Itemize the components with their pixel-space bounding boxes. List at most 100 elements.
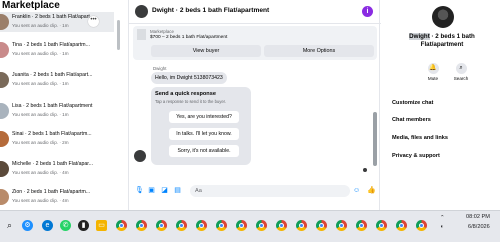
marketplace-label: Marketplace [150, 29, 174, 34]
conversation-item[interactable]: Zion · 2 beds 1 bath Flat/apartm... You … [0, 187, 114, 207]
conversation-name: Juanita · 2 beds 1 bath Flat/apart... [12, 72, 93, 78]
chat-members-link[interactable]: Chat members [392, 117, 431, 123]
folder-icon[interactable]: ▭ [96, 220, 107, 231]
conversation-name: Tina · 2 beds 1 bath Flat/apartm... [12, 42, 90, 48]
mute-label: Mute [427, 76, 439, 81]
avatar [0, 42, 9, 58]
volume-icon[interactable]: ◖ [440, 224, 443, 230]
sender-name: Dwight [153, 66, 167, 71]
quick-response-option[interactable]: Yes, are you interested? [169, 111, 239, 123]
chrome-icon[interactable] [276, 220, 287, 231]
conversation-item[interactable]: Franklin · 2 beds 1 bath Flat/apart... Y… [0, 12, 114, 32]
profile-name: Dwight · 2 beds 1 bath Flat/apartment [384, 33, 500, 49]
bell-icon: 🔔 [427, 63, 439, 74]
conversation-snippet: You sent an audio clip. · 1m [12, 112, 69, 117]
view-buyer-button[interactable]: View buyer [151, 45, 261, 57]
listing-thumbnail [137, 29, 146, 40]
profile-name-rest: · 2 beds 1 bath [429, 33, 475, 40]
chrome-icon[interactable] [196, 220, 207, 231]
chrome-icon[interactable] [256, 220, 267, 231]
conversation-name: Lisa · 2 beds 1 bath Flat/apartment [12, 103, 93, 109]
conversation-item[interactable]: Tina · 2 beds 1 bath Flat/apartm... You … [0, 40, 114, 60]
conversation-name: Zion · 2 beds 1 bath Flat/apartm... [12, 189, 91, 195]
info-icon[interactable]: i [362, 6, 373, 17]
network-icon[interactable]: ⌃ [440, 215, 445, 221]
chrome-icon[interactable] [416, 220, 427, 231]
chat-avatar[interactable] [135, 5, 148, 18]
conversation-list: Marketplace Franklin · 2 beds 1 bath Fla… [0, 0, 122, 210]
details-panel: Dwight · 2 beds 1 bath Flat/apartment 🔔 … [384, 0, 500, 210]
privacy-support-link[interactable]: Privacy & support [392, 153, 440, 159]
photo-icon[interactable]: ▣ [148, 187, 155, 194]
marketplace-card: Marketplace $700 – 2 beds 1 bath Flat/ap… [133, 26, 377, 60]
conversation-snippet: You sent an audio clip. · 1m [12, 51, 69, 56]
microphone-icon[interactable]: 🎙 [135, 187, 144, 194]
search-icon[interactable]: ⌕ [4, 220, 15, 231]
whatsapp-icon[interactable]: ✆ [60, 220, 71, 231]
terminal-icon[interactable]: ▮ [78, 220, 89, 231]
list-scrollbar[interactable] [117, 20, 120, 50]
settings-icon[interactable]: ⚙ [22, 220, 33, 231]
avatar [0, 103, 9, 119]
message-bubble: Hello, im Dwight 5138073423 [151, 72, 227, 84]
quick-response-title: Send a quick response [155, 91, 216, 97]
taskbar: ⌕ ⚙ e ✆ ▮ ▭ ⌃ ◖ 08:02 PM 6/8/2026 [0, 210, 500, 242]
clock-time[interactable]: 08:02 PM [466, 214, 490, 220]
profile-avatar[interactable] [432, 6, 454, 28]
conversation-snippet: You sent an audio clip. · 1m [12, 23, 69, 28]
chrome-icon[interactable] [356, 220, 367, 231]
conversation-item[interactable]: Michelle · 2 beds 1 bath Flat/apar... Yo… [0, 159, 114, 179]
more-options-icon[interactable]: ••• [88, 16, 99, 27]
clock-date[interactable]: 6/8/2026 [468, 224, 490, 230]
avatar [0, 72, 9, 88]
chat-scrollbar[interactable] [373, 112, 377, 166]
quick-response-option[interactable]: In talks. I'll let you know. [169, 128, 239, 140]
sender-avatar [134, 150, 146, 162]
like-icon[interactable]: 👍 [367, 187, 376, 194]
quick-response-option[interactable]: Sorry, it's not available. [169, 145, 239, 157]
screen: Marketplace Franklin · 2 beds 1 bath Fla… [0, 0, 500, 242]
gif-icon[interactable]: ▤ [174, 187, 181, 194]
conversation-item[interactable]: Lisa · 2 beds 1 bath Flat/apartment You … [0, 101, 114, 121]
avatar [0, 189, 9, 205]
conversation-item[interactable]: Sinai · 2 beds 1 bath Flat/apartm... You… [0, 129, 114, 149]
more-options-button[interactable]: More Options [264, 45, 374, 57]
conversation-name: Michelle · 2 beds 1 bath Flat/apar... [12, 161, 94, 167]
chrome-icon[interactable] [116, 220, 127, 231]
customize-chat-link[interactable]: Customize chat [392, 100, 433, 106]
avatar [0, 161, 9, 177]
emoji-icon[interactable]: ☺ [353, 187, 360, 194]
search-action[interactable]: ⌕ Search [450, 63, 472, 81]
chrome-icon[interactable] [216, 220, 227, 231]
chrome-icon[interactable] [136, 220, 147, 231]
composer: 🎙 ▣ ◪ ▤ Aa ☺ 👍 [129, 182, 381, 200]
avatar [0, 131, 9, 147]
chat-header: Dwight · 2 beds 1 bath Flat/apartment i [129, 0, 381, 24]
media-files-link[interactable]: Media, files and links [392, 135, 448, 141]
chrome-icon[interactable] [376, 220, 387, 231]
conversation-name: Sinai · 2 beds 1 bath Flat/apartm... [12, 131, 92, 137]
sticker-icon[interactable]: ◪ [161, 187, 168, 194]
edge-icon[interactable]: e [42, 220, 53, 231]
chat-panel: Dwight · 2 beds 1 bath Flat/apartment i … [128, 0, 381, 210]
chrome-icon[interactable] [396, 220, 407, 231]
chrome-icon[interactable] [296, 220, 307, 231]
mute-action[interactable]: 🔔 Mute [422, 63, 444, 81]
message-list: Dwight Hello, im Dwight 5138073423 Send … [129, 62, 375, 178]
conversation-snippet: You sent an audio clip. · 1m [12, 81, 69, 86]
chrome-icon[interactable] [176, 220, 187, 231]
search-icon: ⌕ [455, 63, 467, 74]
seen-indicator [363, 168, 367, 172]
avatar [0, 14, 9, 30]
chrome-icon[interactable] [336, 220, 347, 231]
listing-price[interactable]: $700 – 2 beds 1 bath Flat/apartment [150, 35, 227, 40]
chrome-icon[interactable] [156, 220, 167, 231]
conversation-snippet: You sent an audio clip. · 4m [12, 198, 69, 203]
quick-response-subtitle: Tap a response to send it to the buyer. [155, 99, 227, 104]
quick-response-card: Send a quick response Tap a response to … [151, 87, 251, 165]
message-input[interactable]: Aa [190, 185, 350, 197]
chrome-icon[interactable] [236, 220, 247, 231]
conversation-item[interactable]: Juanita · 2 beds 1 bath Flat/apart... Yo… [0, 70, 114, 90]
chat-title[interactable]: Dwight · 2 beds 1 bath Flat/apartment [152, 7, 269, 14]
chrome-icon[interactable] [316, 220, 327, 231]
